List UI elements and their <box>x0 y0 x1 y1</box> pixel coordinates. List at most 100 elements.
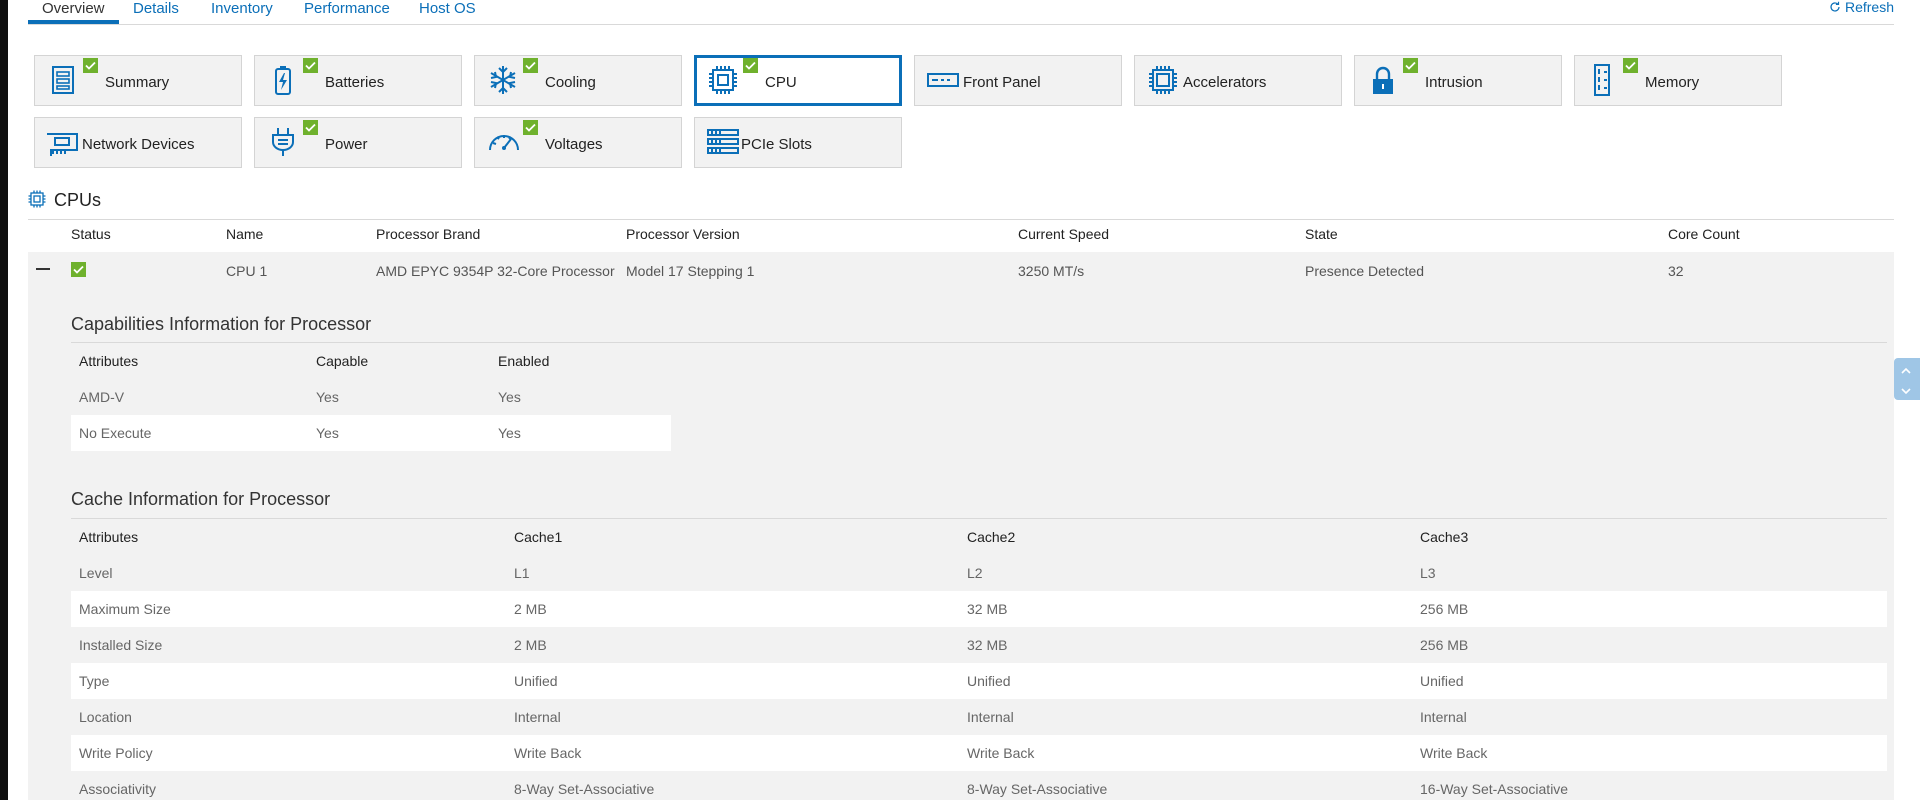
tab-host-os[interactable]: Host OS <box>419 0 476 24</box>
col-header-state[interactable]: State <box>1305 226 1338 242</box>
table-cell: 2 MB <box>514 637 547 653</box>
table-cell: 256 MB <box>1420 637 1469 653</box>
col-header-enabled: Enabled <box>498 353 550 369</box>
col-header-cores[interactable]: Core Count <box>1668 226 1740 242</box>
tile-label: Memory <box>1645 74 1700 91</box>
col-header-name[interactable]: Name <box>226 226 263 242</box>
tile-label: PCIe Slots <box>741 136 812 153</box>
table-cell: No Execute <box>79 425 152 441</box>
table-header-row: Attributes Capable Enabled <box>71 343 671 379</box>
collapse-icon[interactable] <box>36 268 50 270</box>
table-cell: Location <box>79 709 132 725</box>
table-cell: L3 <box>1420 565 1436 581</box>
table-cell: Yes <box>316 425 339 441</box>
col-header-capable: Capable <box>316 353 369 369</box>
tile-summary[interactable]: Summary <box>34 55 242 106</box>
tile-label: CPU <box>765 74 797 91</box>
tile-label: Front Panel <box>963 74 1041 91</box>
table-cell: 2 MB <box>514 601 547 617</box>
tile-batteries[interactable]: Batteries <box>254 55 462 106</box>
cpu-speed: 3250 MT/s <box>1018 263 1085 279</box>
table-cell: Yes <box>498 389 521 405</box>
tile-memory[interactable]: Memory <box>1574 55 1782 106</box>
scroll-up-icon[interactable] <box>1901 363 1911 374</box>
tile-intrusion[interactable]: Intrusion <box>1354 55 1562 106</box>
col-header-attributes: Attributes <box>79 353 139 369</box>
col-header-cache3: Cache3 <box>1420 529 1469 545</box>
tile-label: Cooling <box>545 74 596 91</box>
tab-details[interactable]: Details <box>133 0 179 24</box>
col-header-speed[interactable]: Current Speed <box>1018 226 1109 242</box>
cpu-brand: AMD EPYC 9354P 32-Core Processor <box>376 263 615 279</box>
status-ok-icon <box>83 58 98 73</box>
col-header-version[interactable]: Processor Version <box>626 226 740 242</box>
table-cell: Type <box>79 673 110 689</box>
tile-label: Batteries <box>325 74 385 91</box>
tile-power[interactable]: Power <box>254 117 462 168</box>
network-card-icon <box>45 126 78 158</box>
status-ok-icon <box>71 262 86 277</box>
table-cell: Write Back <box>1420 745 1488 761</box>
cpu-core-count: 32 <box>1668 263 1684 279</box>
chip-icon <box>707 64 739 96</box>
col-header-attributes: Attributes <box>79 529 139 545</box>
refresh-icon <box>1829 1 1841 13</box>
accelerator-icon <box>1147 64 1179 96</box>
tile-network-devices[interactable]: Network Devices <box>34 117 242 168</box>
tile-accelerators[interactable]: Accelerators <box>1134 55 1342 106</box>
table-cell: L1 <box>514 565 530 581</box>
table-cell: Yes <box>316 389 339 405</box>
memory-icon <box>1587 64 1619 96</box>
table-cell: 8-Way Set-Associative <box>514 781 655 797</box>
tab-overview[interactable]: Overview <box>28 0 119 24</box>
tab-bar: Overview Details Inventory Performance H… <box>28 0 1894 25</box>
tab-performance[interactable]: Performance <box>304 0 390 24</box>
gauge-icon <box>487 126 519 158</box>
lock-icon <box>1367 64 1399 96</box>
section-divider <box>28 219 1894 220</box>
table-cell: Write Back <box>514 745 582 761</box>
cpu-version: Model 17 Stepping 1 <box>626 263 755 279</box>
tile-cooling[interactable]: Cooling <box>474 55 682 106</box>
table-cell: Associativity <box>79 781 157 797</box>
cpu-state: Presence Detected <box>1305 263 1425 279</box>
tile-voltages[interactable]: Voltages <box>474 117 682 168</box>
tile-label: Accelerators <box>1183 74 1267 91</box>
tab-inventory[interactable]: Inventory <box>211 0 273 24</box>
tile-pcie-slots[interactable]: PCIe Slots <box>694 117 902 168</box>
table-cell: 8-Way Set-Associative <box>967 781 1108 797</box>
table-row: Write Policy Write Back Write Back Write… <box>71 735 1887 771</box>
col-header-cache2: Cache2 <box>967 529 1016 545</box>
capabilities-title: Capabilities Information for Processor <box>71 314 372 334</box>
snowflake-icon <box>487 64 519 96</box>
window-left-edge <box>0 0 8 800</box>
table-row: Location Internal Internal Internal <box>71 699 1887 735</box>
col-header-status[interactable]: Status <box>71 226 111 242</box>
summary-icon <box>47 64 79 96</box>
col-header-brand[interactable]: Processor Brand <box>376 226 480 242</box>
table-cell: Write Back <box>967 745 1035 761</box>
table-row[interactable]: CPU 1 AMD EPYC 9354P 32-Core Processor M… <box>28 252 1894 297</box>
tile-front-panel[interactable]: Front Panel <box>914 55 1122 106</box>
table-cell: 32 MB <box>967 601 1008 617</box>
tile-label: Power <box>325 136 368 153</box>
table-cell: L2 <box>967 565 983 581</box>
cpu-detail-panel: Capabilities Information for Processor A… <box>28 297 1894 800</box>
table-row: Installed Size 2 MB 32 MB 256 MB <box>71 627 1887 663</box>
refresh-button[interactable]: Refresh <box>1829 0 1894 14</box>
status-ok-icon <box>523 58 538 73</box>
table-header-row: Attributes Cache1 Cache2 Cache3 <box>71 519 1887 555</box>
pcie-slots-icon <box>707 126 739 158</box>
plug-icon <box>267 126 299 158</box>
status-ok-icon <box>1403 58 1418 73</box>
table-row: Type Unified Unified Unified <box>71 663 1887 699</box>
scroll-down-icon[interactable] <box>1901 383 1911 395</box>
table-cell: Unified <box>514 673 558 689</box>
table-cell: Level <box>79 565 113 581</box>
table-row: Associativity 8-Way Set-Associative 8-Wa… <box>71 771 1887 807</box>
table-cell: Maximum Size <box>79 601 171 617</box>
tile-cpu[interactable]: CPU <box>694 55 902 106</box>
chip-icon <box>28 190 46 208</box>
table-cell: AMD-V <box>79 389 125 405</box>
table-cell: Unified <box>967 673 1011 689</box>
